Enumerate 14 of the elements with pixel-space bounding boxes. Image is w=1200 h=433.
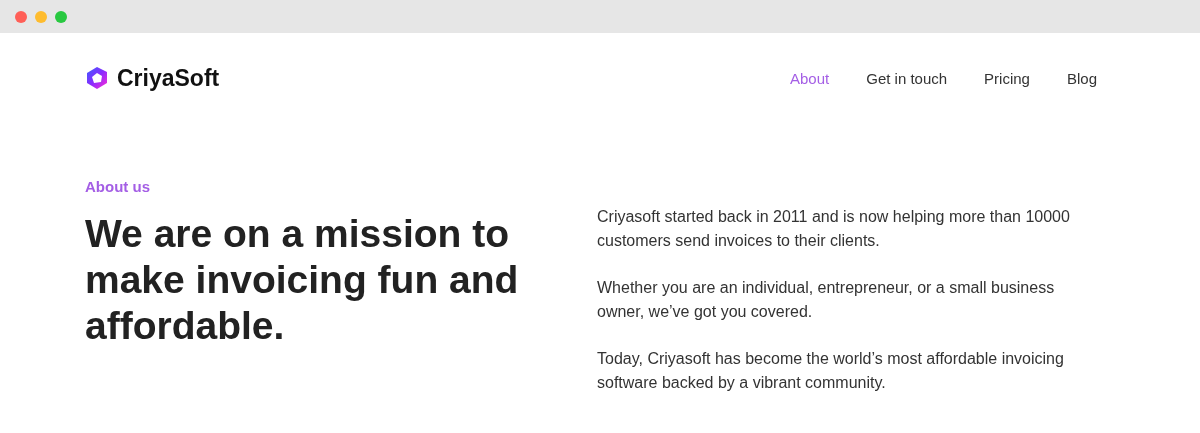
section-label: About us: [85, 178, 151, 195]
brand-name[interactable]: CriyaSoft: [117, 64, 220, 92]
nav-link[interactable]: Pricing: [984, 69, 1030, 87]
nav-link[interactable]: About: [790, 69, 830, 87]
paragraph: Criyasoft started back in 2011 and is now helping more than 10000 customers send invoices to their clients.: [597, 207, 1071, 251]
nav-link[interactable]: Blog: [1066, 69, 1097, 87]
close-button[interactable]: [15, 10, 27, 23]
zoom-button[interactable]: [55, 10, 67, 23]
paragraph: Whether you are an individual, entrepreneur, or a small business owner, we’ve got you covered.: [597, 278, 1056, 322]
logo-icon: [85, 66, 109, 90]
nav-link[interactable]: Get in touch: [866, 69, 948, 87]
minimize-button[interactable]: [35, 10, 47, 23]
paragraph: Today, Criyasoft has become the world’s most affordable invoicing software backed by a vibrant community.: [597, 349, 1065, 393]
headline: We are on a mission to make invoicing fun and affordable.: [85, 211, 520, 349]
